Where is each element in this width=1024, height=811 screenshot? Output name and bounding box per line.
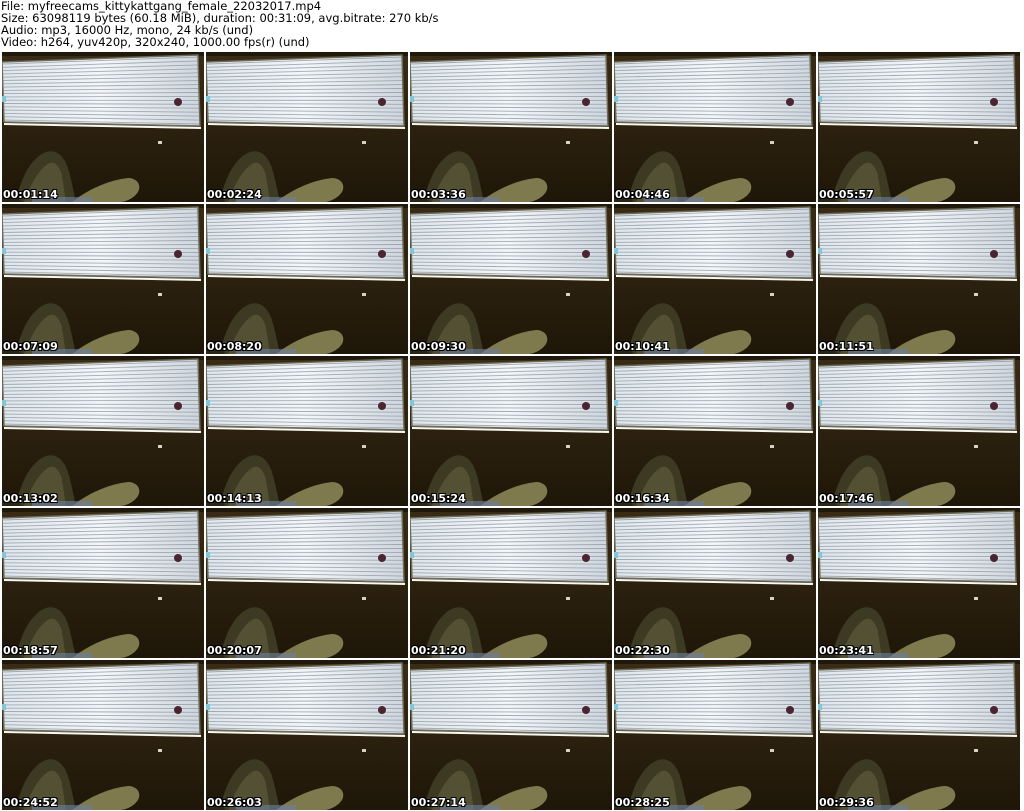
- video-thumbnail: 00:03:36: [410, 52, 612, 202]
- video-thumbnail: 00:16:34: [614, 356, 816, 506]
- video-frame-image: [206, 204, 408, 354]
- video-thumbnail: 00:09:30: [410, 204, 612, 354]
- video-frame-image: [818, 356, 1020, 506]
- thumbnail-grid: 00:01:14 00:02:24 00:03:36 00:04:46 00:05:57…: [0, 50, 1024, 811]
- thumbnail-timestamp: 00:21:20: [411, 644, 466, 657]
- video-frame-image: [2, 356, 204, 506]
- thumbnail-timestamp: 00:18:57: [3, 644, 58, 657]
- video-thumbnail: 00:29:36: [818, 660, 1020, 810]
- thumbnail-timestamp: 00:13:02: [3, 492, 58, 505]
- thumbnail-timestamp: 00:16:34: [615, 492, 670, 505]
- video-frame-image: [614, 660, 816, 810]
- thumbnail-timestamp: 00:15:24: [411, 492, 466, 505]
- thumbnail-timestamp: 00:22:30: [615, 644, 670, 657]
- video-frame-image: [206, 52, 408, 202]
- video-thumbnail: 00:04:46: [614, 52, 816, 202]
- thumbnail-timestamp: 00:29:36: [819, 796, 874, 809]
- video-thumbnail: 00:22:30: [614, 508, 816, 658]
- video-frame-image: [2, 52, 204, 202]
- thumbnail-timestamp: 00:03:36: [411, 188, 466, 201]
- video-thumbnail: 00:01:14: [2, 52, 204, 202]
- video-thumbnail: 00:10:41: [614, 204, 816, 354]
- video-frame-image: [206, 660, 408, 810]
- thumbnail-timestamp: 00:26:03: [207, 796, 262, 809]
- video-thumbnail: 00:07:09: [2, 204, 204, 354]
- video-thumbnail: 00:08:20: [206, 204, 408, 354]
- video-thumbnail: 00:27:14: [410, 660, 612, 810]
- video-frame-image: [818, 508, 1020, 658]
- thumbnail-timestamp: 00:24:52: [3, 796, 58, 809]
- thumbnail-timestamp: 00:14:13: [207, 492, 262, 505]
- video-thumbnail: 00:11:51: [818, 204, 1020, 354]
- video-frame-image: [206, 508, 408, 658]
- video-thumbnail: 00:14:13: [206, 356, 408, 506]
- video-thumbnail: 00:13:02: [2, 356, 204, 506]
- video-thumbnail: 00:17:46: [818, 356, 1020, 506]
- thumbnail-timestamp: 00:11:51: [819, 340, 874, 353]
- video-info-line: Video: h264, yuv420p, 320x240, 1000.00 f…: [1, 35, 310, 49]
- video-frame-image: [2, 204, 204, 354]
- thumbnail-timestamp: 00:04:46: [615, 188, 670, 201]
- video-thumbnail: 00:24:52: [2, 660, 204, 810]
- thumbnail-timestamp: 00:09:30: [411, 340, 466, 353]
- video-frame-image: [614, 356, 816, 506]
- video-frame-image: [410, 508, 612, 658]
- video-frame-image: [614, 508, 816, 658]
- video-thumbnail: 00:26:03: [206, 660, 408, 810]
- thumbnail-timestamp: 00:08:20: [207, 340, 262, 353]
- video-frame-image: [2, 508, 204, 658]
- thumbnail-timestamp: 00:28:25: [615, 796, 670, 809]
- video-frame-image: [206, 356, 408, 506]
- video-thumbnail: 00:21:20: [410, 508, 612, 658]
- thumbnail-timestamp: 00:07:09: [3, 340, 58, 353]
- thumbnail-timestamp: 00:01:14: [3, 188, 58, 201]
- video-frame-image: [2, 660, 204, 810]
- video-thumbnail: 00:20:07: [206, 508, 408, 658]
- file-info-header: File: myfreecams_kittykattgang_female_22…: [0, 0, 1024, 50]
- video-thumbnail: 00:05:57: [818, 52, 1020, 202]
- video-frame-image: [818, 660, 1020, 810]
- thumbnail-timestamp: 00:02:24: [207, 188, 262, 201]
- video-frame-image: [614, 52, 816, 202]
- video-thumbnail: 00:18:57: [2, 508, 204, 658]
- video-frame-image: [410, 52, 612, 202]
- video-frame-image: [410, 356, 612, 506]
- video-frame-image: [410, 660, 612, 810]
- thumbnail-timestamp: 00:20:07: [207, 644, 262, 657]
- video-thumbnail: 00:02:24: [206, 52, 408, 202]
- video-frame-image: [818, 204, 1020, 354]
- video-frame-image: [818, 52, 1020, 202]
- video-thumbnail: 00:15:24: [410, 356, 612, 506]
- video-frame-image: [614, 204, 816, 354]
- thumbnail-timestamp: 00:17:46: [819, 492, 874, 505]
- video-frame-image: [410, 204, 612, 354]
- thumbnail-timestamp: 00:10:41: [615, 340, 670, 353]
- video-thumbnail: 00:28:25: [614, 660, 816, 810]
- thumbnail-timestamp: 00:23:41: [819, 644, 874, 657]
- video-thumbnail: 00:23:41: [818, 508, 1020, 658]
- thumbnail-timestamp: 00:27:14: [411, 796, 466, 809]
- thumbnail-timestamp: 00:05:57: [819, 188, 874, 201]
